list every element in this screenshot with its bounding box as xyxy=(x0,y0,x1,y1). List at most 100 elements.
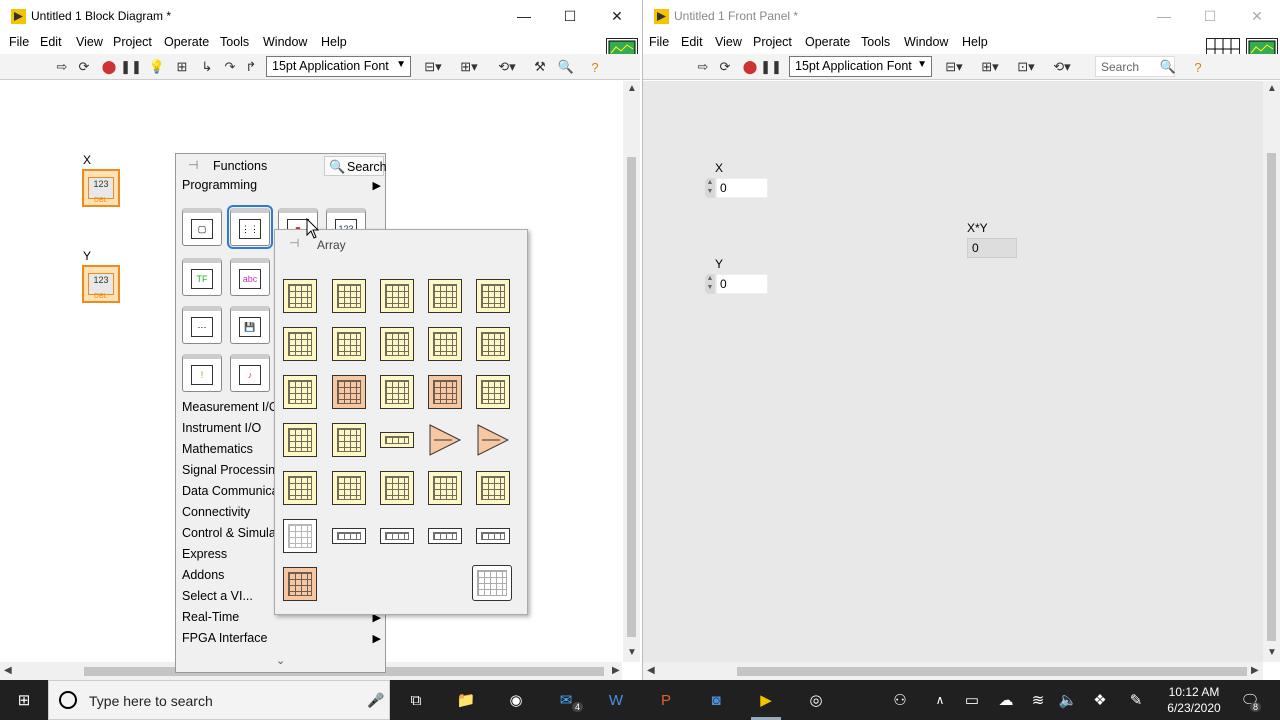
graphics-sound-icon[interactable]: ♪ xyxy=(230,354,270,392)
minimize-icon[interactable]: — xyxy=(1154,6,1174,26)
array-subpalette-extra-icon[interactable] xyxy=(283,567,317,601)
align-objects-icon[interactable]: ⊟▾ xyxy=(420,57,446,77)
expand-more-icon[interactable]: ⌄ xyxy=(276,654,285,667)
matrix-to-array-icon[interactable] xyxy=(428,471,462,505)
menu-help[interactable]: Help xyxy=(962,35,988,49)
menu-tools[interactable]: Tools xyxy=(220,35,249,49)
front-panel-canvas[interactable]: X ▲ ▼ 0 Y ▲ ▼ 0 X*Y 0 xyxy=(643,81,1263,662)
pause-icon[interactable]: ❚❚ xyxy=(760,57,782,77)
increment-decrement-icon[interactable]: ▲ ▼ xyxy=(705,274,715,294)
maximize-icon[interactable]: ☐ xyxy=(560,6,580,26)
scroll-down-icon[interactable]: ▼ xyxy=(1267,647,1277,658)
pin-icon[interactable]: ⊣ xyxy=(289,236,299,250)
run-continuously-icon[interactable]: ⟳ xyxy=(74,57,94,77)
pause-icon[interactable]: ❚❚ xyxy=(120,57,142,77)
chrome-icon[interactable]: ◉ xyxy=(504,688,528,712)
scroll-down-icon[interactable]: ▼ xyxy=(627,647,637,658)
step-into-icon[interactable]: ↳ xyxy=(197,57,217,77)
bracket-array-icon-1[interactable] xyxy=(332,528,366,544)
array-constant-container-icon[interactable] xyxy=(472,565,512,601)
increment-decrement-icon[interactable]: ▲ ▼ xyxy=(705,178,715,198)
abort-icon[interactable]: ⬤ xyxy=(740,57,760,77)
decimate-1d-array-icon[interactable] xyxy=(428,423,462,457)
menu-file[interactable]: File xyxy=(649,35,669,49)
menu-edit[interactable]: Edit xyxy=(681,35,703,49)
wifi-icon[interactable]: ≋ xyxy=(1026,688,1050,712)
array-to-matrix-icon[interactable] xyxy=(380,471,414,505)
structures-icon[interactable]: ▢ xyxy=(182,208,222,246)
clock[interactable]: 10:12 AM 6/23/2020 xyxy=(1162,684,1226,716)
category-fpga-interface[interactable]: FPGA Interface xyxy=(182,631,382,645)
close-icon[interactable]: ✕ xyxy=(607,6,627,26)
dialog-icon[interactable]: ! xyxy=(182,354,222,392)
distribute-objects-icon[interactable]: ⊞▾ xyxy=(977,57,1003,77)
context-help-icon[interactable]: ? xyxy=(1188,57,1208,77)
step-out-icon[interactable]: ↱ xyxy=(241,57,261,77)
bracket-array-icon-3[interactable] xyxy=(428,528,462,544)
scroll-up-icon[interactable]: ▲ xyxy=(1267,83,1277,94)
array-of-vis-icon[interactable] xyxy=(476,471,510,505)
display-icon[interactable]: ▭ xyxy=(960,688,984,712)
font-select[interactable]: 15pt Application Font ▼ xyxy=(789,56,932,77)
minimize-icon[interactable]: — xyxy=(514,6,534,26)
search-icon[interactable]: 🔍 xyxy=(556,57,576,77)
powerpoint-icon[interactable]: P xyxy=(654,688,678,712)
dropbox-icon[interactable]: ❖ xyxy=(1088,688,1112,712)
menu-window[interactable]: Window xyxy=(904,35,948,49)
scroll-thumb[interactable] xyxy=(627,157,636,637)
labview-taskbar-icon[interactable]: ▶ xyxy=(754,688,778,712)
delete-from-array-icon[interactable] xyxy=(476,279,510,313)
close-icon[interactable]: ✕ xyxy=(1247,6,1267,26)
menu-edit[interactable]: Edit xyxy=(40,35,62,49)
chevron-up-icon[interactable]: ∧ xyxy=(928,688,952,712)
insert-into-array-icon[interactable] xyxy=(428,279,462,313)
word-icon[interactable]: W xyxy=(604,688,628,712)
threshold-1d-array-icon[interactable] xyxy=(332,423,366,457)
search-1d-array-icon[interactable] xyxy=(332,375,366,409)
scroll-up-icon[interactable]: ▲ xyxy=(627,83,637,94)
font-select[interactable]: 15pt Application Font ▼ xyxy=(266,56,411,77)
string-icon[interactable]: abc xyxy=(230,258,270,296)
array-size-icon[interactable] xyxy=(283,279,317,313)
align-objects-icon[interactable]: ⊟▾ xyxy=(941,57,967,77)
volume-icon[interactable]: 🔈 xyxy=(1056,688,1080,712)
array-to-cluster-icon[interactable] xyxy=(283,471,317,505)
menu-tools[interactable]: Tools xyxy=(861,35,890,49)
reorder-icon[interactable]: ⟲▾ xyxy=(1049,57,1075,77)
menu-project[interactable]: Project xyxy=(113,35,152,49)
terminal-y[interactable]: 123 DBL xyxy=(82,265,120,303)
search-icon[interactable]: 🔍 xyxy=(1158,57,1178,77)
file-io-icon[interactable]: 💾 xyxy=(230,306,270,344)
menu-view[interactable]: View xyxy=(76,35,103,49)
array-subset-icon[interactable] xyxy=(380,327,414,361)
transpose-2d-array-icon[interactable] xyxy=(476,423,510,457)
pin-icon[interactable]: ⊣ xyxy=(188,158,198,172)
scroll-left-icon[interactable]: ◀ xyxy=(4,665,12,676)
scroll-right-icon[interactable]: ▶ xyxy=(1251,665,1259,676)
microphone-icon[interactable]: 🎤 xyxy=(367,692,384,709)
array-icon[interactable]: ⋮⋮ xyxy=(227,205,273,249)
scroll-thumb[interactable] xyxy=(737,667,1247,676)
file-explorer-icon[interactable]: 📁 xyxy=(454,688,478,712)
context-help-icon[interactable]: ? xyxy=(585,57,605,77)
run-continuously-icon[interactable]: ⟳ xyxy=(715,57,735,77)
boolean-icon[interactable]: TF xyxy=(182,258,222,296)
scroll-right-icon[interactable]: ▶ xyxy=(612,665,620,676)
vertical-scrollbar[interactable]: ▲ ▼ xyxy=(1263,81,1280,662)
menu-help[interactable]: Help xyxy=(321,35,347,49)
menu-operate[interactable]: Operate xyxy=(164,35,209,49)
zoom-icon[interactable]: ◙ xyxy=(704,688,728,712)
bracket-array-icon-2[interactable] xyxy=(380,528,414,544)
reverse-1d-array-icon[interactable] xyxy=(428,375,462,409)
onedrive-icon[interactable]: ☁ xyxy=(994,688,1018,712)
obs-icon[interactable]: ◎ xyxy=(804,688,828,712)
interpolate-1d-array-icon[interactable] xyxy=(283,423,317,457)
task-view-icon[interactable]: ⧉ xyxy=(404,688,428,712)
palette-subcategory[interactable]: Programming xyxy=(182,178,257,192)
index-array-icon[interactable] xyxy=(332,279,366,313)
vertical-scrollbar[interactable]: ▲ ▼ xyxy=(623,81,640,662)
palette-search-button[interactable]: 🔍 Search xyxy=(324,156,387,176)
run-arrow-icon[interactable]: ⇨ xyxy=(52,57,72,77)
array-max-min-icon[interactable] xyxy=(428,327,462,361)
highlight-execution-icon[interactable]: 💡 xyxy=(147,57,167,77)
